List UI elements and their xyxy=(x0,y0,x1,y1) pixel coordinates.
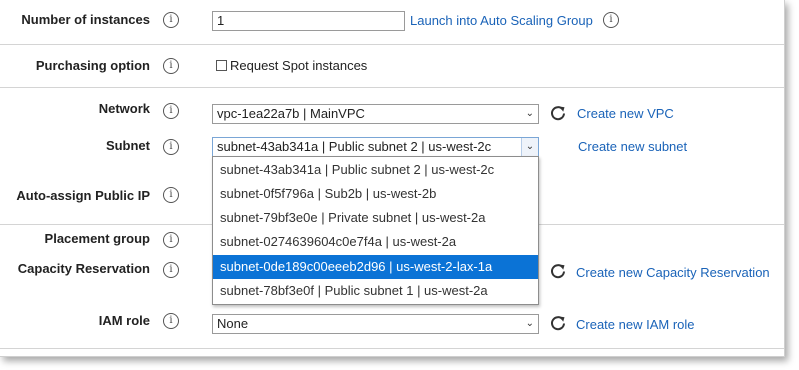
create-new-capacity-reservation-link[interactable]: Create new Capacity Reservation xyxy=(576,265,770,280)
info-icon[interactable]: i xyxy=(163,103,179,119)
subnet-select[interactable]: subnet-43ab341a | Public subnet 2 | us-w… xyxy=(212,137,539,157)
subnet-select-value: subnet-43ab341a | Public subnet 2 | us-w… xyxy=(217,139,492,154)
chevron-down-icon: ⌄ xyxy=(525,108,534,119)
iam-role-select-value: None xyxy=(217,316,249,331)
purchasing-option-label: Purchasing option xyxy=(35,58,150,73)
number-of-instances-label: Number of instances xyxy=(21,12,150,27)
subnet-dropdown-list: subnet-43ab341a | Public subnet 2 | us-w… xyxy=(212,156,539,305)
subnet-option[interactable]: subnet-0274639604c0e7f4a | us-west-2a xyxy=(213,230,538,254)
refresh-icon[interactable] xyxy=(549,262,567,280)
network-label: Network xyxy=(98,101,150,116)
subnet-option[interactable]: subnet-0f5f796a | Sub2b | us-west-2b xyxy=(213,182,538,206)
number-of-instances-input[interactable]: 1 xyxy=(212,11,405,31)
info-icon[interactable]: i xyxy=(163,139,179,155)
subnet-option[interactable]: subnet-78bf3e0f | Public subnet 1 | us-w… xyxy=(213,279,538,303)
request-spot-checkbox[interactable] xyxy=(216,60,227,71)
launch-into-asg-link[interactable]: Launch into Auto Scaling Group xyxy=(410,13,593,28)
create-new-iam-role-link[interactable]: Create new IAM role xyxy=(576,317,695,332)
info-icon[interactable]: i xyxy=(163,232,179,248)
subnet-option[interactable]: subnet-43ab341a | Public subnet 2 | us-w… xyxy=(213,158,538,182)
request-spot-label[interactable]: Request Spot instances xyxy=(230,58,367,73)
info-icon[interactable]: i xyxy=(163,12,179,28)
row-divider xyxy=(0,87,784,88)
row-divider xyxy=(0,348,784,349)
iam-role-label: IAM role xyxy=(98,313,150,328)
network-select[interactable]: vpc-1ea22a7b | MainVPC ⌄ xyxy=(212,104,539,124)
refresh-icon[interactable] xyxy=(549,104,567,122)
create-new-subnet-link[interactable]: Create new subnet xyxy=(578,139,687,154)
iam-role-select[interactable]: None ⌄ xyxy=(212,314,539,334)
create-new-vpc-link[interactable]: Create new VPC xyxy=(577,106,674,121)
info-icon[interactable]: i xyxy=(163,58,179,74)
network-select-value: vpc-1ea22a7b | MainVPC xyxy=(217,106,365,121)
chevron-down-icon: ⌄ xyxy=(525,318,534,329)
chevron-down-icon[interactable]: ⌄ xyxy=(521,138,538,156)
info-icon[interactable]: i xyxy=(603,12,619,28)
info-icon[interactable]: i xyxy=(163,262,179,278)
capacity-reservation-label: Capacity Reservation xyxy=(17,261,150,276)
info-icon[interactable]: i xyxy=(163,187,179,203)
subnet-label: Subnet xyxy=(105,138,150,153)
refresh-icon[interactable] xyxy=(549,314,567,332)
row-divider xyxy=(0,44,784,45)
subnet-option-highlighted[interactable]: subnet-0de189c00eeeb2d96 | us-west-2-lax… xyxy=(213,255,538,279)
info-icon[interactable]: i xyxy=(163,313,179,329)
auto-assign-public-ip-label: Auto-assign Public IP xyxy=(16,188,150,203)
instance-details-panel: Number of instances i 1 Launch into Auto… xyxy=(0,0,785,357)
subnet-option[interactable]: subnet-79bf3e0e | Private subnet | us-we… xyxy=(213,206,538,230)
placement-group-label: Placement group xyxy=(44,231,150,246)
